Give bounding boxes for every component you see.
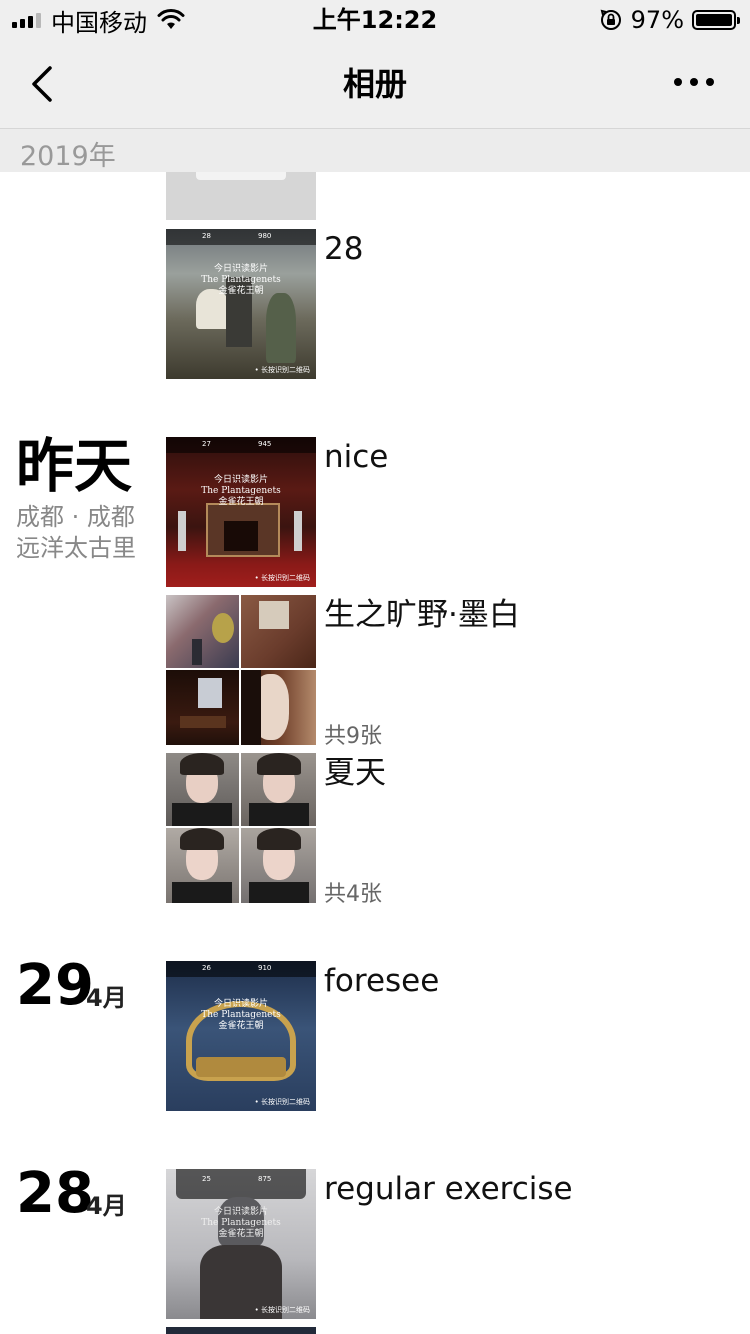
- nav-bar: 相册: [0, 40, 750, 128]
- location-line-1: 成都 · 成都: [16, 503, 135, 531]
- date-month: 4月: [86, 1192, 127, 1220]
- post-thumbnail[interactable]: 25 875 今日识读影片 The Plantagenets 金雀花王朝 • 长…: [166, 1169, 316, 1319]
- grid-photo[interactable]: [166, 753, 239, 826]
- more-options-icon[interactable]: [674, 78, 714, 86]
- battery-icon: [692, 10, 740, 30]
- date-day: 29: [16, 953, 94, 1018]
- grid-photo[interactable]: [166, 670, 239, 745]
- date-month: 4月: [86, 984, 127, 1012]
- grid-photo[interactable]: [241, 670, 316, 745]
- post-text[interactable]: 28: [324, 229, 363, 269]
- grid-photo[interactable]: [166, 595, 239, 668]
- grid-photo[interactable]: [241, 828, 316, 903]
- date-label: 昨天: [16, 432, 133, 500]
- page-title: 相册: [342, 65, 407, 103]
- post-text[interactable]: regular exercise: [324, 1169, 573, 1209]
- photo-count: 共4张: [324, 882, 382, 907]
- post-thumbnail[interactable]: 28 980 今日识读影片 The Plantagenets 金雀花王朝 • 长…: [166, 229, 316, 379]
- post-thumbnail-partial[interactable]: [166, 1327, 316, 1334]
- post-text[interactable]: foresee: [324, 961, 439, 1001]
- year-label: 2019年: [20, 141, 116, 172]
- post-text[interactable]: nice: [324, 437, 388, 477]
- post-text[interactable]: 夏天: [324, 753, 386, 793]
- grid-photo[interactable]: [241, 753, 316, 826]
- post-thumbnail[interactable]: 27 945 今日识读影片 The Plantagenets 金雀花王朝 • 长…: [166, 437, 316, 587]
- year-section-header: 2019年: [0, 128, 750, 172]
- post-thumbnail-partial[interactable]: [166, 172, 316, 220]
- date-day: 28: [16, 1161, 94, 1226]
- status-bar: 中国移动 上午12:22 97%: [0, 0, 750, 40]
- location-line-2: 远洋太古里: [16, 534, 136, 562]
- rotation-lock-icon: [600, 9, 621, 30]
- photo-count: 共9张: [324, 724, 382, 749]
- battery-percent: 97%: [630, 6, 684, 34]
- grid-photo[interactable]: [166, 828, 239, 903]
- grid-photo[interactable]: [241, 595, 316, 668]
- post-thumbnail[interactable]: 26 910 今日识读影片 The Plantagenets 金雀花王朝 • 长…: [166, 961, 316, 1111]
- post-text[interactable]: 生之旷野·墨白: [324, 595, 520, 635]
